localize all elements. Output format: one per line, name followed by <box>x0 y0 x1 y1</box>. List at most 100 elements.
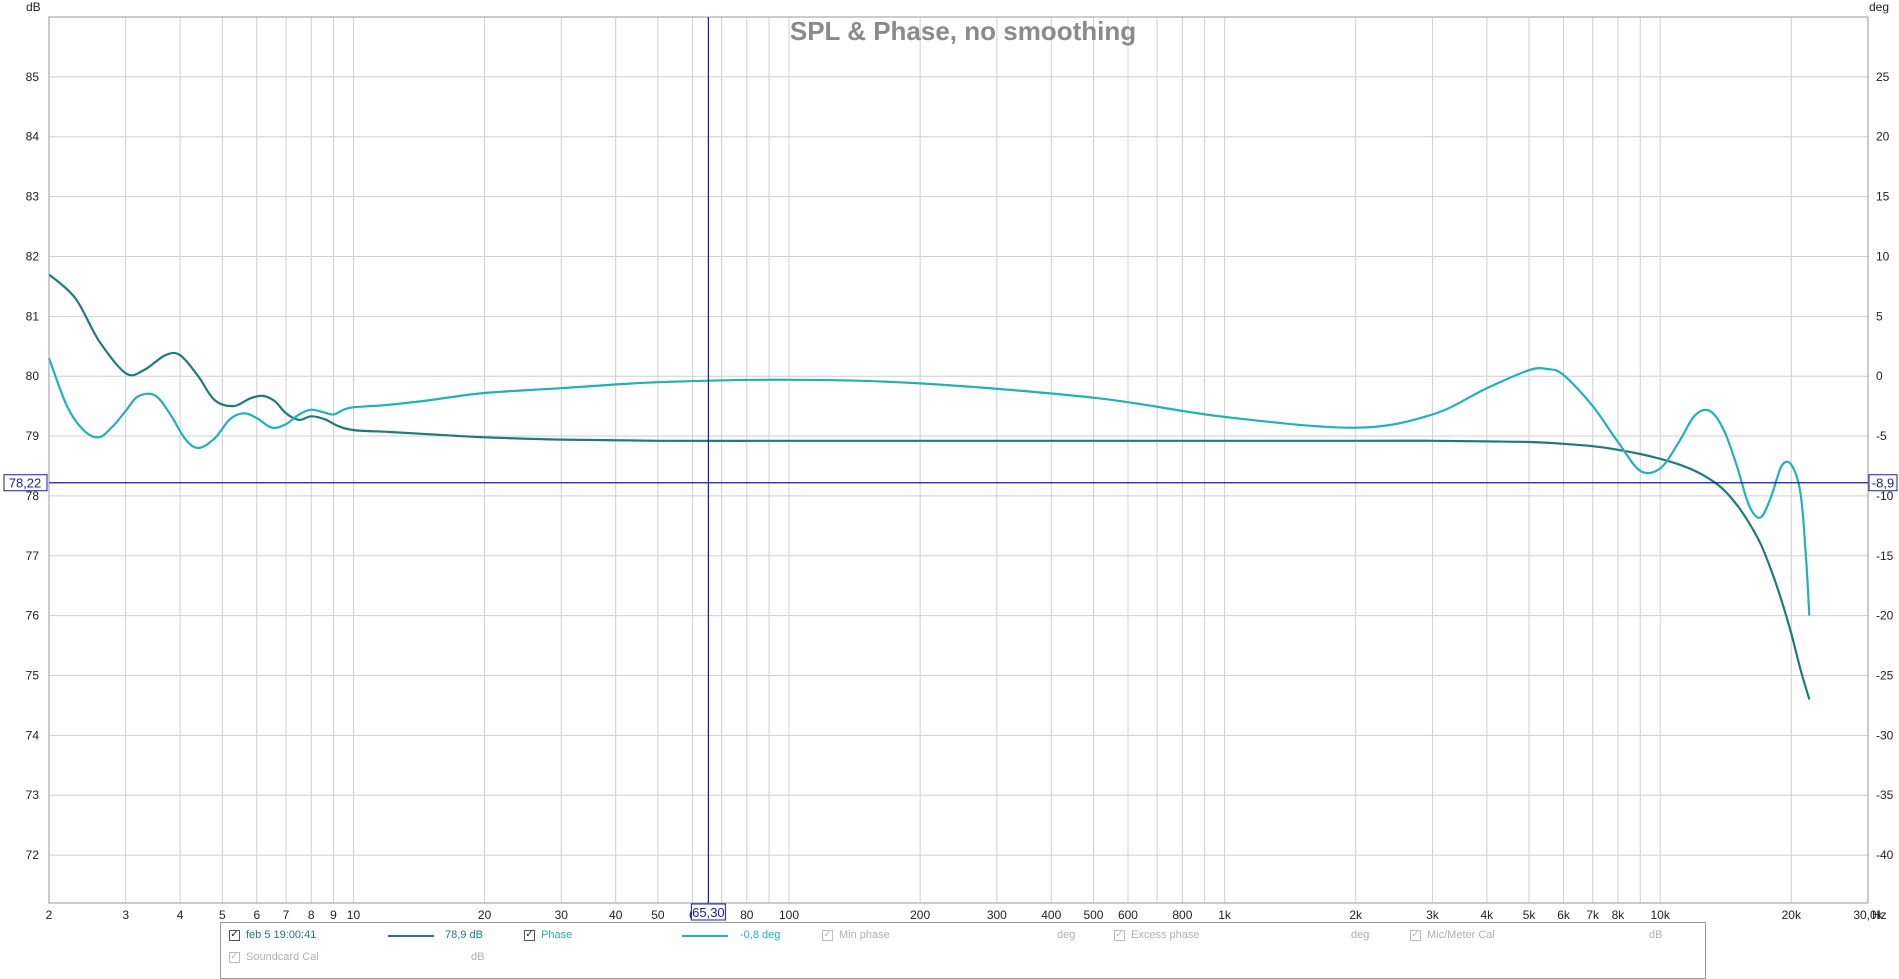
legend-label-soundcard-cal: Soundcard Cal <box>246 951 319 963</box>
legend-value-min-phase: deg <box>1057 929 1076 941</box>
cursor-crosshair[interactable]: 78,22 -8,9 65,30 <box>3 17 1898 921</box>
y-right-tick-label: -15 <box>1876 549 1894 563</box>
y-right-tick-label: -5 <box>1876 429 1887 443</box>
x-tick-label: 30 <box>555 908 569 922</box>
x-tick-label: 3k <box>1426 908 1440 922</box>
legend-item-measurement[interactable]: ✓ feb 5 19:00:41 <box>229 927 316 943</box>
legend-swatch-measurement <box>388 935 434 937</box>
x-tick-label: 500 <box>1083 908 1103 922</box>
x-tick-label: 100 <box>779 908 799 922</box>
legend-checkbox-measurement[interactable]: ✓ <box>229 929 240 941</box>
legend-label-mic-meter-cal: Mic/Meter Cal <box>1427 929 1495 941</box>
legend-checkbox-min-phase[interactable]: ✓ <box>822 929 833 941</box>
x-tick-label: 1k <box>1218 908 1232 922</box>
x-tick-label: 2k <box>1349 908 1363 922</box>
legend-checkbox-mic-meter-cal[interactable]: ✓ <box>1410 929 1421 941</box>
y-right-tick-label: 20 <box>1876 130 1890 144</box>
cursor-x-label: 65,30 <box>692 905 725 920</box>
x-tick-label: 2 <box>46 908 53 922</box>
legend-value-mic-meter-cal: dB <box>1649 929 1663 941</box>
y-left-tick-label: 84 <box>26 130 40 144</box>
legend-checkbox-phase[interactable]: ✓ <box>524 929 535 941</box>
x-tick-label: 3 <box>122 908 129 922</box>
legend-value-excess-phase: deg <box>1351 929 1370 941</box>
legend-row-2: ✓ Soundcard Cal dB <box>221 945 1705 967</box>
legend-label-measurement: feb 5 19:00:41 <box>246 929 317 941</box>
y-left-tick-label: 77 <box>26 549 40 563</box>
x-tick-label: 50 <box>651 908 665 922</box>
legend-item-excess-phase[interactable]: ✓ Excess phase <box>1114 927 1199 943</box>
y-right-tick-label: 5 <box>1876 309 1883 323</box>
x-unit: Hz <box>1872 908 1887 922</box>
y-right-tick-label: 10 <box>1876 249 1890 263</box>
legend-row-1: ✓ feb 5 19:00:41 78,9 dB ✓ Phase -0,8 de… <box>221 923 1705 945</box>
x-tick-label: 600 <box>1118 908 1138 922</box>
chart-grid <box>48 17 1869 903</box>
y-right-axis-ticks: -40-35-30-25-20-15-10-50510152025 <box>1876 70 1894 862</box>
plot-frame <box>48 16 1869 904</box>
y-left-tick-label: 83 <box>26 190 40 204</box>
legend: ✓ feb 5 19:00:41 78,9 dB ✓ Phase -0,8 de… <box>220 922 1706 979</box>
x-tick-label: 80 <box>740 908 754 922</box>
y-right-tick-label: -25 <box>1876 669 1894 683</box>
y-left-axis-ticks: 7273747576777879808182838485 <box>26 70 40 862</box>
legend-label-excess-phase: Excess phase <box>1131 929 1200 941</box>
y-right-tick-label: 15 <box>1876 190 1890 204</box>
x-tick-label: 9 <box>330 908 337 922</box>
legend-value-soundcard-cal: dB <box>471 951 485 963</box>
legend-item-min-phase[interactable]: ✓ Min phase <box>822 927 890 943</box>
legend-value-measurement: 78,9 dB <box>445 929 483 941</box>
y-right-tick-label: -20 <box>1876 609 1894 623</box>
x-tick-label: 6k <box>1557 908 1571 922</box>
legend-checkbox-soundcard-cal[interactable]: ✓ <box>229 951 240 963</box>
y-left-tick-label: 73 <box>26 788 40 802</box>
legend-value-phase: -0,8 deg <box>740 929 781 941</box>
x-tick-label: 5k <box>1523 908 1537 922</box>
x-tick-label: 10 <box>347 908 361 922</box>
x-tick-label: 8 <box>308 908 315 922</box>
x-tick-label: 6 <box>253 908 260 922</box>
chart-title: SPL & Phase, no smoothing <box>790 16 1136 46</box>
x-tick-label: 4k <box>1481 908 1495 922</box>
y-right-tick-label: 0 <box>1876 369 1883 383</box>
x-axis-ticks: 2345678910203040506801002003004005006008… <box>46 908 1884 922</box>
x-tick-label: 4 <box>177 908 184 922</box>
legend-label-min-phase: Min phase <box>839 929 890 941</box>
legend-item-soundcard-cal[interactable]: ✓ Soundcard Cal <box>229 949 319 965</box>
y-right-tick-label: 25 <box>1876 70 1890 84</box>
x-tick-label: 200 <box>910 908 930 922</box>
y-left-tick-label: 75 <box>26 669 40 683</box>
cursor-right-label: -8,9 <box>1872 476 1894 491</box>
spl-phase-chart[interactable]: 2345678910203040506801002003004005006008… <box>0 0 1899 965</box>
x-tick-label: 300 <box>987 908 1007 922</box>
y-left-tick-label: 74 <box>26 728 40 742</box>
x-tick-label: 800 <box>1172 908 1192 922</box>
x-tick-label: 10k <box>1650 908 1670 922</box>
x-tick-label: 40 <box>609 908 623 922</box>
y-left-tick-label: 81 <box>26 309 40 323</box>
y-left-tick-label: 80 <box>26 369 40 383</box>
legend-label-phase: Phase <box>541 929 573 941</box>
y-left-tick-label: 85 <box>26 70 40 84</box>
y-right-tick-label: -35 <box>1876 788 1894 802</box>
series-line-spl <box>48 273 1811 700</box>
chart-series <box>47 273 1811 700</box>
x-tick-label: 5 <box>219 908 226 922</box>
x-tick-label: 8k <box>1612 908 1626 922</box>
legend-checkbox-excess-phase[interactable]: ✓ <box>1114 929 1125 941</box>
legend-swatch-phase <box>682 935 728 937</box>
y-left-unit: dB <box>26 0 41 14</box>
legend-item-phase[interactable]: ✓ Phase <box>524 927 572 943</box>
y-left-tick-label: 79 <box>26 429 40 443</box>
x-tick-label: 400 <box>1041 908 1061 922</box>
x-tick-label: 20 <box>478 908 492 922</box>
series-line-phase <box>47 357 1811 616</box>
y-left-tick-label: 72 <box>26 848 40 862</box>
x-tick-label: 20k <box>1782 908 1802 922</box>
cursor-left-label: 78,22 <box>9 476 42 491</box>
x-tick-label: 7k <box>1586 908 1600 922</box>
y-right-tick-label: -30 <box>1876 728 1894 742</box>
y-right-unit: deg <box>1869 0 1889 14</box>
y-right-tick-label: -40 <box>1876 848 1894 862</box>
legend-item-mic-meter-cal[interactable]: ✓ Mic/Meter Cal <box>1410 927 1495 943</box>
